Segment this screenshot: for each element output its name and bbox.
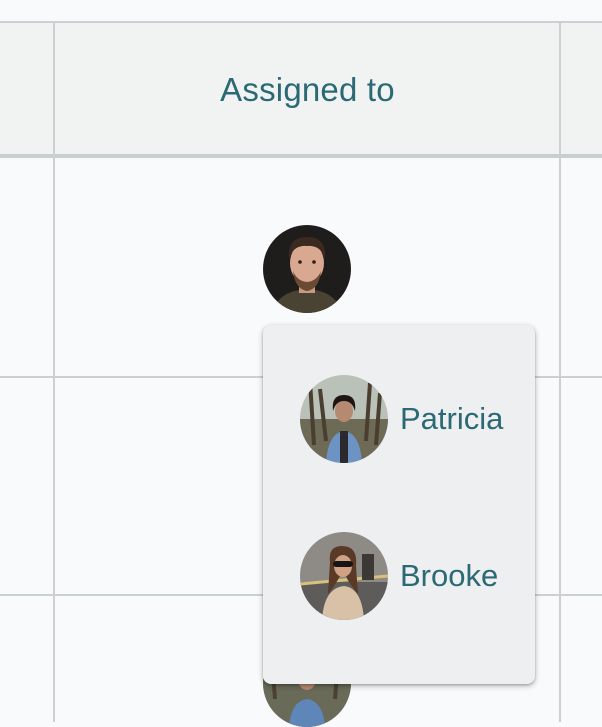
assignee-dropdown: Patricia Brooke xyxy=(263,325,535,684)
person-avatar-icon xyxy=(300,375,388,463)
dropdown-option-patricia[interactable]: Patricia xyxy=(300,375,503,463)
person-avatar-icon xyxy=(263,225,351,313)
dropdown-option-brooke[interactable]: Brooke xyxy=(300,532,498,620)
assignee-avatar[interactable] xyxy=(263,225,351,313)
option-label: Brooke xyxy=(400,558,499,593)
person-avatar-icon xyxy=(300,532,388,620)
column-divider xyxy=(559,21,561,722)
brooke-avatar xyxy=(300,532,388,620)
option-label: Patricia xyxy=(400,401,504,436)
column-divider xyxy=(53,21,55,722)
column-header-assigned-to[interactable]: Assigned to xyxy=(56,21,559,158)
patricia-avatar xyxy=(300,375,388,463)
